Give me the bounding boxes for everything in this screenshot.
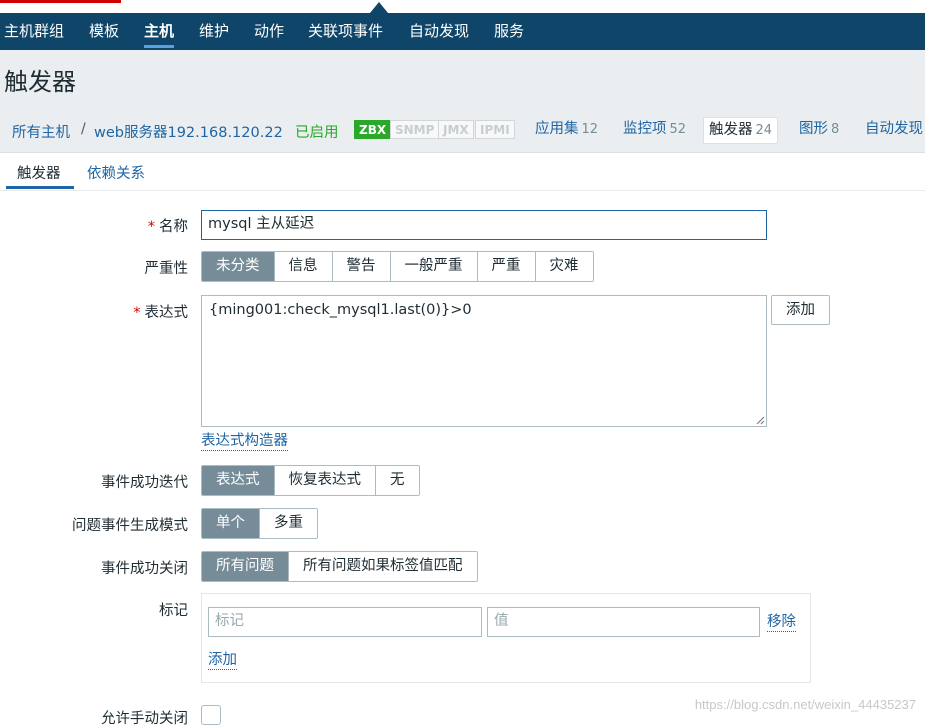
brand-accent-bar xyxy=(0,0,121,3)
nav-item-services[interactable]: 服务 xyxy=(494,13,524,50)
closes-matching-tag-problems[interactable]: 所有问题如果标签值匹配 xyxy=(288,552,477,581)
main-nav: 主机群组 模板 主机 维护 动作 关联项事件 自动发现 服务 xyxy=(0,13,925,50)
nav-item-hosts[interactable]: 主机 xyxy=(144,13,175,50)
ok-event-generation-label: 事件成功迭代 xyxy=(101,475,188,491)
nav-item-maintenance[interactable]: 维护 xyxy=(199,13,229,50)
expression-value: {ming001:check_mysql1.last(0)}>0 xyxy=(209,302,472,318)
severity-average[interactable]: 一般严重 xyxy=(389,252,477,281)
form-tabs: 触发器 依赖关系 xyxy=(0,153,925,191)
expression-constructor-link[interactable]: 表达式构造器 xyxy=(201,433,288,451)
nav-item-templates[interactable]: 模板 xyxy=(89,13,119,50)
host-tab-items-count: 52 xyxy=(669,122,687,137)
manual-close-label: 允许手动关闭 xyxy=(101,711,188,725)
ok-event-generation-selector: 表达式 恢复表达式 无 xyxy=(201,465,420,496)
ok-event-recovery-expression[interactable]: 恢复表达式 xyxy=(273,466,375,495)
tag-name-placeholder: 标记 xyxy=(215,613,244,629)
tags-container: 标记 值 移除 添加 xyxy=(201,593,811,683)
severity-selector: 未分类 信息 警告 一般严重 严重 灾难 xyxy=(201,251,594,282)
problem-event-mode-selector: 单个 多重 xyxy=(201,508,318,539)
host-tab-applications-count: 12 xyxy=(581,122,599,137)
host-tab-triggers-count: 24 xyxy=(755,123,773,138)
host-nav: 所有主机 / web服务器192.168.120.22 已启用 ZBX SNMP… xyxy=(0,114,925,146)
host-tab-graphs-count: 8 xyxy=(831,122,840,137)
trigger-form-panel: 触发器 依赖关系 * 名称 mysql 主从延迟 严重性 未分类 信息 警告 一般… xyxy=(0,152,925,725)
ok-event-closes-label: 事件成功关闭 xyxy=(101,561,188,577)
ok-event-none[interactable]: 无 xyxy=(375,466,419,495)
expression-textarea[interactable]: {ming001:check_mysql1.last(0)}>0 xyxy=(201,295,767,427)
active-tab-indicator xyxy=(6,186,74,189)
tab-trigger[interactable]: 触发器 xyxy=(17,162,61,183)
expression-label: * 表达式 xyxy=(133,301,188,322)
severity-high[interactable]: 严重 xyxy=(476,252,535,281)
breadcrumb-host[interactable]: web服务器192.168.120.22 xyxy=(94,121,283,142)
host-tab-triggers[interactable]: 触发器 24 xyxy=(703,117,779,144)
nav-item-host-groups[interactable]: 主机群组 xyxy=(4,13,64,50)
tab-dependencies[interactable]: 依赖关系 xyxy=(87,162,145,183)
nav-item-actions[interactable]: 动作 xyxy=(254,13,284,50)
top-strip xyxy=(0,0,925,13)
page-title: 触发器 xyxy=(4,68,76,96)
host-tab-applications[interactable]: 应用集 12 xyxy=(530,117,603,144)
host-tab-items[interactable]: 监控项 52 xyxy=(618,117,691,144)
nav-item-discovery[interactable]: 自动发现 xyxy=(409,13,469,50)
availability-snmp-badge: SNMP xyxy=(390,120,440,139)
name-label: * 名称 xyxy=(148,215,188,236)
availability-jmx-badge: JMX xyxy=(438,120,474,139)
manual-close-checkbox[interactable] xyxy=(201,705,221,725)
tag-add-link[interactable]: 添加 xyxy=(208,652,237,670)
ok-event-closes-selector: 所有问题 所有问题如果标签值匹配 xyxy=(201,551,478,582)
nav-pointer-caret xyxy=(370,2,388,13)
availability-ipmi-badge: IPMI xyxy=(475,120,515,139)
expression-add-button[interactable]: 添加 xyxy=(771,295,830,325)
breadcrumb-separator: / xyxy=(81,121,86,137)
problem-mode-single[interactable]: 单个 xyxy=(202,509,259,538)
tag-value-placeholder: 值 xyxy=(494,613,509,629)
name-label-text: 名称 xyxy=(159,219,188,235)
host-tab-discovery-label: 自动发现 xyxy=(865,121,923,137)
severity-information[interactable]: 信息 xyxy=(273,252,332,281)
problem-mode-multiple[interactable]: 多重 xyxy=(259,509,317,538)
required-marker: * xyxy=(133,305,141,321)
tag-remove-link[interactable]: 移除 xyxy=(767,614,796,632)
closes-all-problems[interactable]: 所有问题 xyxy=(202,552,288,581)
name-field[interactable]: mysql 主从延迟 xyxy=(201,210,767,240)
tag-name-input[interactable]: 标记 xyxy=(208,607,482,637)
ok-event-expression[interactable]: 表达式 xyxy=(202,466,274,495)
availability-zbx-badge: ZBX xyxy=(354,120,392,139)
host-tab-applications-label: 应用集 xyxy=(535,121,579,137)
breadcrumb-all-hosts[interactable]: 所有主机 xyxy=(12,121,70,142)
host-tab-graphs[interactable]: 图形 8 xyxy=(794,117,844,144)
severity-disaster[interactable]: 灾难 xyxy=(534,252,593,281)
host-status-enabled[interactable]: 已启用 xyxy=(295,121,339,142)
host-tab-triggers-label: 触发器 xyxy=(709,122,753,138)
expression-label-text: 表达式 xyxy=(144,305,189,321)
severity-warning[interactable]: 警告 xyxy=(331,252,390,281)
tags-label: 标记 xyxy=(159,603,188,619)
nav-item-event-correlation[interactable]: 关联项事件 xyxy=(308,13,383,50)
host-tab-items-label: 监控项 xyxy=(623,121,667,137)
tag-value-input[interactable]: 值 xyxy=(487,607,760,637)
severity-not-classified[interactable]: 未分类 xyxy=(202,252,274,281)
watermark: https://blog.csdn.net/weixin_44435237 xyxy=(694,697,916,712)
host-tab-graphs-label: 图形 xyxy=(799,121,828,137)
resize-handle-icon[interactable] xyxy=(756,416,765,425)
severity-label: 严重性 xyxy=(144,261,189,277)
host-tab-discovery[interactable]: 自动发现 xyxy=(860,117,925,144)
problem-event-mode-label: 问题事件生成模式 xyxy=(72,518,188,534)
required-marker: * xyxy=(147,219,155,235)
